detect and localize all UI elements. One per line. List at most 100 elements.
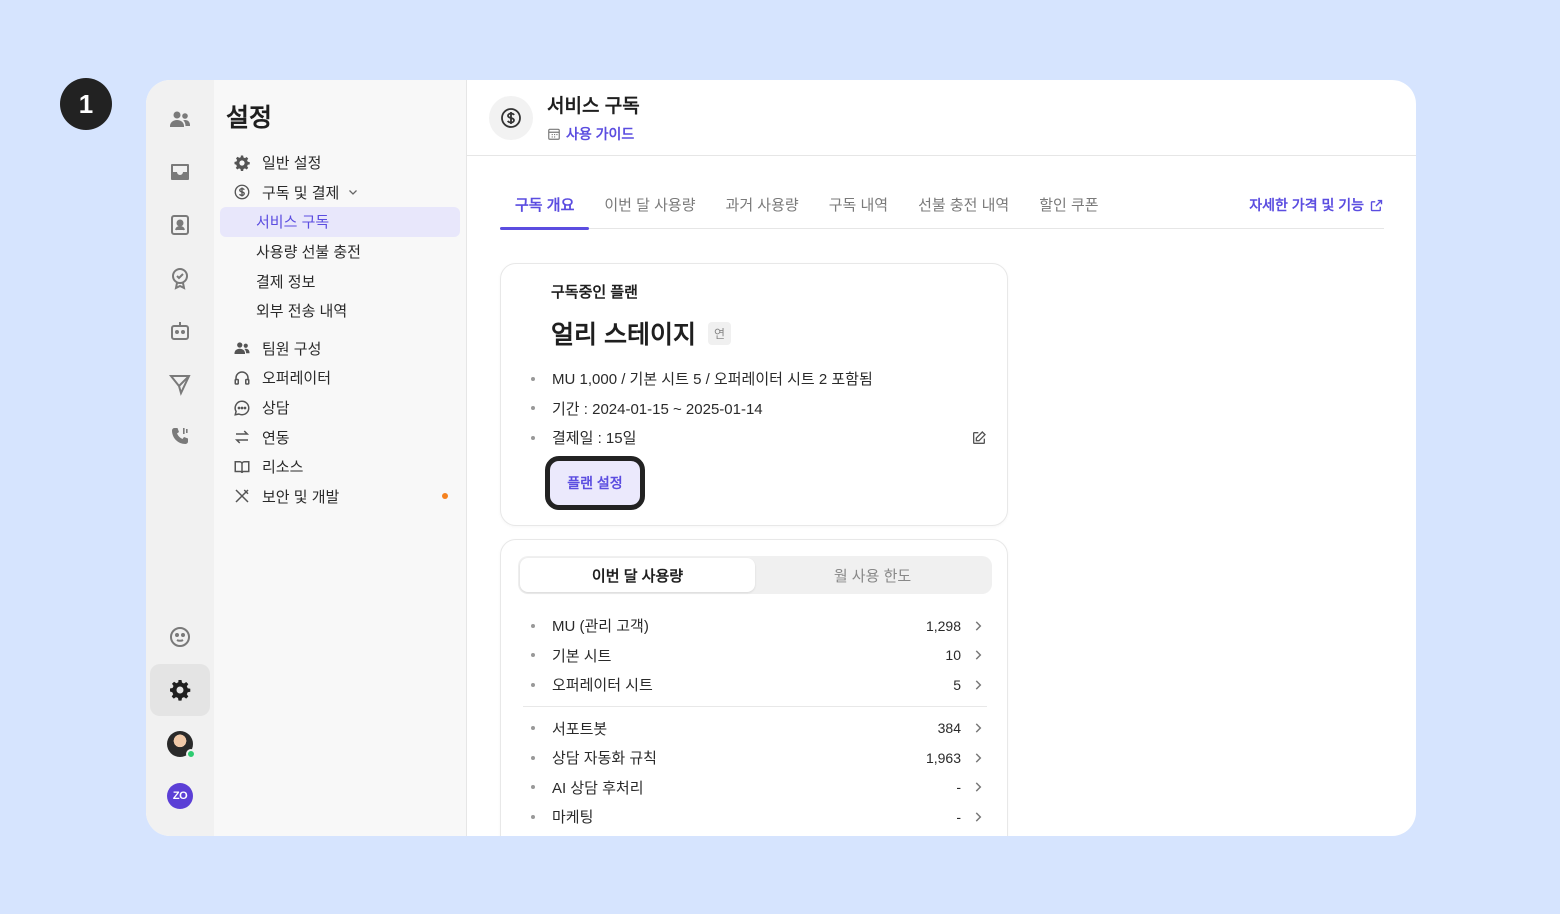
tab-overview[interactable]: 구독 개요: [500, 190, 590, 230]
sidebar-item-external-transfer[interactable]: 외부 전송 내역: [220, 296, 460, 326]
tab-this-month-usage[interactable]: 이번 달 사용량: [589, 190, 710, 229]
usage-value: 10: [945, 647, 961, 664]
usage-label: 기본 시트: [552, 647, 612, 665]
sidebar-item-label: 연동: [262, 429, 290, 447]
plan-details-list: MU 1,000 / 기본 시트 5 / 오퍼레이터 시트 2 포함됨 기간 :…: [531, 364, 987, 453]
usage-guide-link[interactable]: 사용 가이드: [547, 124, 640, 144]
tab-coupons[interactable]: 할인 쿠폰: [1024, 190, 1113, 229]
dollar-icon: [489, 95, 533, 140]
rail-workspace-button[interactable]: ZO: [150, 770, 210, 822]
sidebar-item-security[interactable]: 보안 및 개발: [220, 482, 460, 512]
edit-icon[interactable]: [971, 430, 987, 446]
tools-icon: [232, 486, 252, 506]
inbox-icon: [171, 164, 189, 180]
usage-divider: [523, 705, 987, 707]
list-item: 기간 : 2024-01-15 ~ 2025-01-14: [531, 394, 987, 424]
settings-sidebar: 설정 일반 설정 구독 및 결제 서비스 구독 사용량 선불 충전 결제 정보 …: [214, 80, 467, 836]
sidebar-item-general[interactable]: 일반 설정: [220, 148, 460, 178]
subscription-tabs: 구독 개요 이번 달 사용량 과거 사용량 구독 내역 선불 충전 내역 할인 …: [500, 190, 1384, 230]
workspace-logo: ZO: [167, 783, 193, 809]
usage-value: 1,298: [925, 617, 961, 634]
segment-this-month-usage[interactable]: 이번 달 사용량: [520, 558, 755, 592]
sidebar-item-service-subscription[interactable]: 서비스 구독: [220, 207, 460, 237]
chevron-right-icon: [971, 721, 987, 735]
usage-value: -: [956, 808, 961, 825]
usage-value: 1,963: [925, 749, 961, 766]
sidebar-item-resources[interactable]: 리소스: [220, 452, 460, 482]
gear-icon: [170, 680, 191, 701]
rail-call-button[interactable]: [150, 411, 210, 463]
sidebar-item-label: 구독 및 결제: [262, 184, 340, 202]
sidebar-item-payment-info[interactable]: 결제 정보: [220, 266, 460, 296]
rail-send-button[interactable]: [150, 358, 210, 410]
sidebar-item-label: 오퍼레이터: [262, 370, 332, 388]
sidebar-item-label: 사용량 선불 충전: [256, 244, 361, 262]
usage-row-supportbot[interactable]: 서포트봇 384: [523, 714, 987, 744]
usage-row-operator-seat[interactable]: 오퍼레이터 시트 5: [523, 670, 987, 700]
users-icon: [170, 111, 190, 127]
page-title: 서비스 구독: [547, 96, 640, 117]
dollar-icon: [232, 182, 252, 202]
usage-segmented-control: 이번 달 사용량 월 사용 한도: [518, 556, 992, 594]
sidebar-title: 설정: [226, 104, 273, 132]
sidebar-item-label: 결제 정보: [256, 273, 316, 291]
usage-value: -: [956, 779, 961, 796]
robot-icon: [171, 322, 189, 340]
avatar: [167, 731, 196, 759]
plan-detail-text: 기간 : 2024-01-15 ~ 2025-01-14: [552, 400, 763, 418]
sidebar-item-billing[interactable]: 구독 및 결제: [220, 178, 460, 208]
gear-icon: [232, 153, 252, 173]
sidebar-item-team[interactable]: 팀원 구성: [220, 334, 460, 364]
sidebar-item-label: 리소스: [262, 459, 304, 477]
current-plan-card: 구독중인 플랜 얼리 스테이지 연 MU 1,000 / 기본 시트 5 / 오…: [500, 263, 1008, 526]
award-check-icon: [172, 268, 188, 290]
rail-feedback-button[interactable]: [150, 611, 210, 663]
team-icon: [232, 338, 252, 358]
rail-settings-button[interactable]: [150, 664, 210, 716]
usage-row-marketing[interactable]: 마케팅 -: [523, 802, 987, 832]
sidebar-item-label: 일반 설정: [262, 155, 322, 173]
external-link-icon: [1370, 199, 1383, 211]
sidebar-item-consultation[interactable]: 상담: [220, 393, 460, 423]
step-number-badge: 1: [60, 78, 112, 130]
list-item: 결제일 : 15일: [531, 423, 987, 453]
tab-prepaid-history[interactable]: 선불 충전 내역: [903, 190, 1024, 229]
sidebar-item-label: 서비스 구독: [256, 214, 330, 232]
tab-past-usage[interactable]: 과거 사용량: [711, 190, 814, 229]
usage-row-basic-seat[interactable]: 기본 시트 10: [523, 641, 987, 671]
book-icon: [232, 457, 252, 477]
list-item: MU 1,000 / 기본 시트 5 / 오퍼레이터 시트 2 포함됨: [531, 364, 987, 394]
plan-name: 얼리 스테이지: [551, 321, 696, 349]
usage-value: 5: [953, 676, 961, 693]
sidebar-item-label: 보안 및 개발: [262, 488, 340, 506]
chevron-right-icon: [971, 619, 987, 633]
icon-rail: ZO: [146, 80, 214, 836]
rail-profile-button[interactable]: [150, 718, 210, 770]
sidebar-item-integration[interactable]: 연동: [220, 422, 460, 452]
rail-inbox-button[interactable]: [150, 146, 210, 198]
usage-row-mu[interactable]: MU (관리 고객) 1,298: [523, 611, 987, 641]
sidebar-item-label: 팀원 구성: [262, 340, 322, 358]
usage-label: 오퍼레이터 시트: [552, 677, 653, 695]
chevron-right-icon: [971, 648, 987, 662]
plan-detail-text: MU 1,000 / 기본 시트 5 / 오퍼레이터 시트 2 포함됨: [552, 371, 873, 389]
rail-badge-button[interactable]: [150, 252, 210, 304]
tab-subscription-history[interactable]: 구독 내역: [814, 190, 903, 229]
usage-row-ai-postprocess[interactable]: AI 상담 후처리 -: [523, 773, 987, 803]
chevron-right-icon: [971, 780, 987, 794]
rail-contacts-button[interactable]: [150, 199, 210, 251]
rail-users-button[interactable]: [150, 93, 210, 145]
notification-dot: [442, 493, 448, 500]
usage-label: 마케팅: [552, 809, 594, 827]
plan-settings-button[interactable]: 플랜 설정: [545, 456, 645, 510]
sidebar-item-prepaid[interactable]: 사용량 선불 충전: [220, 237, 460, 267]
swap-arrows-icon: [232, 427, 252, 447]
usage-row-automation-rules[interactable]: 상담 자동화 규칙 1,963: [523, 743, 987, 773]
chevron-right-icon: [971, 678, 987, 692]
pricing-features-link[interactable]: 자세한 가격 및 기능: [1249, 190, 1384, 215]
segment-monthly-limit[interactable]: 월 사용 한도: [755, 558, 990, 592]
rail-bot-button[interactable]: [150, 305, 210, 357]
sidebar-item-operator[interactable]: 오퍼레이터: [220, 363, 460, 393]
usage-guide-label: 사용 가이드: [566, 126, 635, 142]
sidebar-item-label: 외부 전송 내역: [256, 303, 348, 321]
